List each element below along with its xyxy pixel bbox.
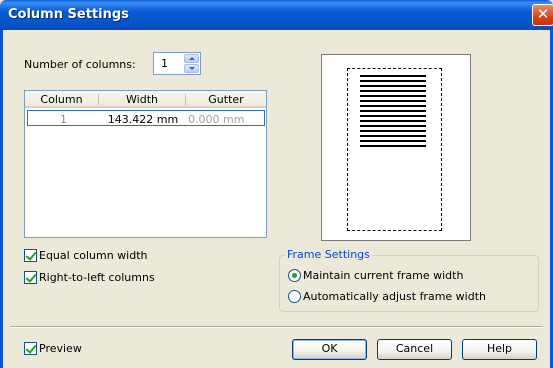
table-row[interactable]: 1 143.422 mm 0.000 mm — [27, 110, 265, 126]
cancel-button[interactable]: Cancel — [377, 339, 452, 360]
rtl-label[interactable]: Right-to-left columns — [39, 271, 155, 284]
text-line — [360, 130, 426, 132]
text-line — [360, 90, 426, 92]
text-line — [360, 105, 426, 107]
equal-width-label[interactable]: Equal column width — [39, 249, 148, 262]
help-button[interactable]: Help — [462, 339, 537, 360]
stepper-buttons — [184, 54, 199, 73]
window-title: Column Settings — [8, 7, 129, 22]
adjust-width-label[interactable]: Automatically adjust frame width — [303, 290, 486, 303]
text-line — [360, 80, 426, 82]
stepper-down-icon[interactable] — [184, 64, 199, 73]
preview-label[interactable]: Preview — [39, 342, 82, 355]
text-line — [360, 85, 426, 87]
cell-column: 1 — [60, 113, 67, 126]
cell-width[interactable]: 143.422 mm — [100, 113, 186, 126]
cell-gutter: 0.000 mm — [188, 113, 245, 126]
text-line — [360, 140, 426, 142]
text-line — [360, 120, 426, 122]
text-line — [360, 125, 426, 127]
columns-table[interactable]: Column Width Gutter 1 143.422 mm 0.000 m… — [24, 90, 267, 238]
close-icon: ✕ — [536, 5, 550, 23]
window-border-left — [0, 30, 3, 368]
text-line — [360, 145, 426, 147]
column-header-gutter[interactable]: Gutter — [186, 93, 266, 106]
preview-checkbox[interactable] — [24, 342, 37, 355]
footer-divider — [10, 326, 543, 328]
frame-settings-title: Frame Settings — [285, 248, 372, 261]
title-bar[interactable]: Column Settings ✕ — [0, 0, 553, 30]
column-header-column[interactable]: Column — [25, 93, 98, 106]
columns-label: Number of columns: — [24, 58, 136, 71]
column-header-width[interactable]: Width — [99, 93, 185, 106]
adjust-width-radio[interactable] — [288, 290, 301, 303]
text-line — [360, 110, 426, 112]
text-line — [360, 100, 426, 102]
text-line — [360, 95, 426, 97]
ok-button[interactable]: OK — [292, 339, 367, 360]
table-header: Column Width Gutter — [25, 91, 266, 108]
equal-width-checkbox[interactable] — [24, 249, 37, 262]
text-line — [360, 75, 426, 77]
frame-outline — [347, 68, 442, 231]
layout-preview — [321, 54, 471, 241]
rtl-checkbox[interactable] — [24, 271, 37, 284]
stepper-up-icon[interactable] — [184, 54, 199, 63]
maintain-width-radio[interactable] — [288, 269, 301, 282]
columns-value[interactable]: 1 — [161, 57, 168, 70]
maintain-width-label[interactable]: Maintain current frame width — [303, 269, 463, 282]
text-line — [360, 115, 426, 117]
text-line — [360, 135, 426, 137]
frame-settings-group — [279, 255, 539, 312]
columns-stepper[interactable]: 1 — [153, 52, 201, 75]
close-button[interactable]: ✕ — [532, 4, 553, 26]
